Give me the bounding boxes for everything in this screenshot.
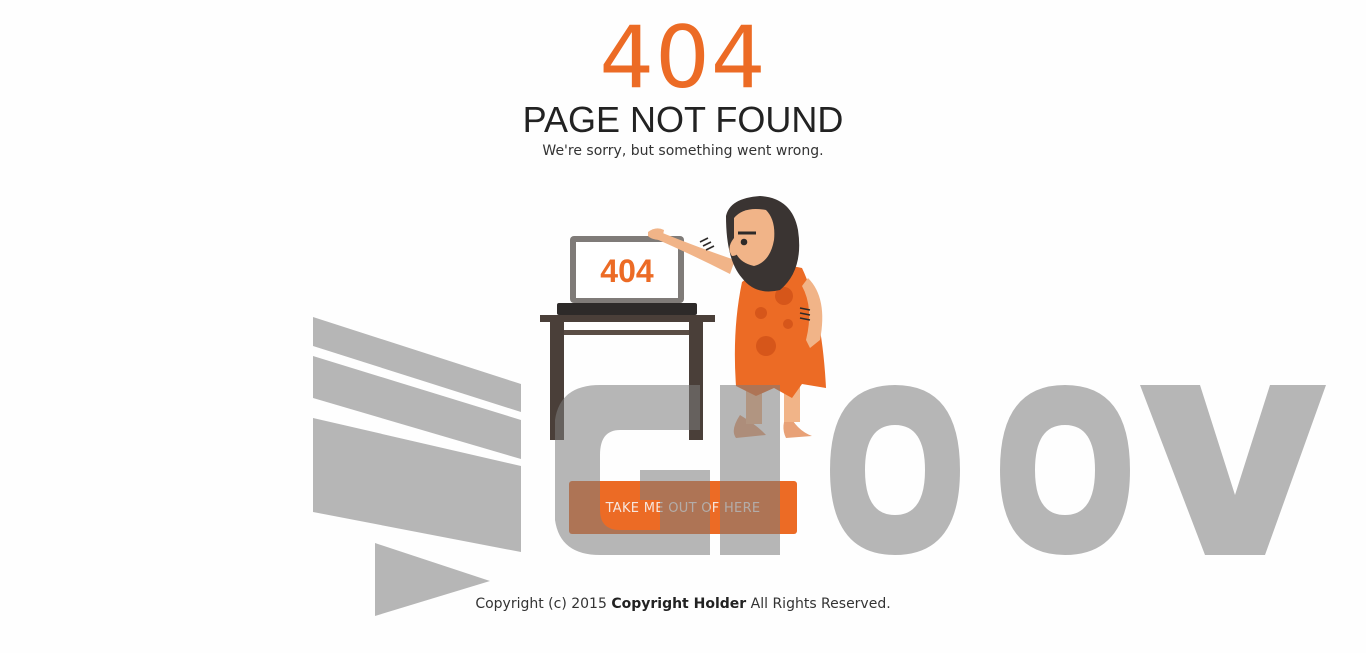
- laptop-screen-text: 404: [600, 253, 654, 289]
- page-title: PAGE NOT FOUND: [522, 99, 844, 140]
- footer: Copyright (c) 2015 Copyright Holder All …: [0, 594, 1366, 614]
- copyright-holder: Copyright Holder: [611, 596, 747, 612]
- error-page: 404 PAGE NOT FOUND We're sorry, but some…: [0, 0, 1366, 653]
- caveman-laptop-illustration: 404: [540, 196, 826, 440]
- error-message: We're sorry, but something went wrong.: [542, 143, 824, 159]
- take-me-out-button[interactable]: TAKE ME OUT OF HERE: [569, 481, 797, 534]
- table-illustration: [540, 315, 715, 440]
- footer-suffix: All Rights Reserved.: [750, 596, 891, 612]
- footer-prefix: Copyright (c) 2015: [475, 596, 607, 612]
- error-code: 404: [599, 8, 767, 108]
